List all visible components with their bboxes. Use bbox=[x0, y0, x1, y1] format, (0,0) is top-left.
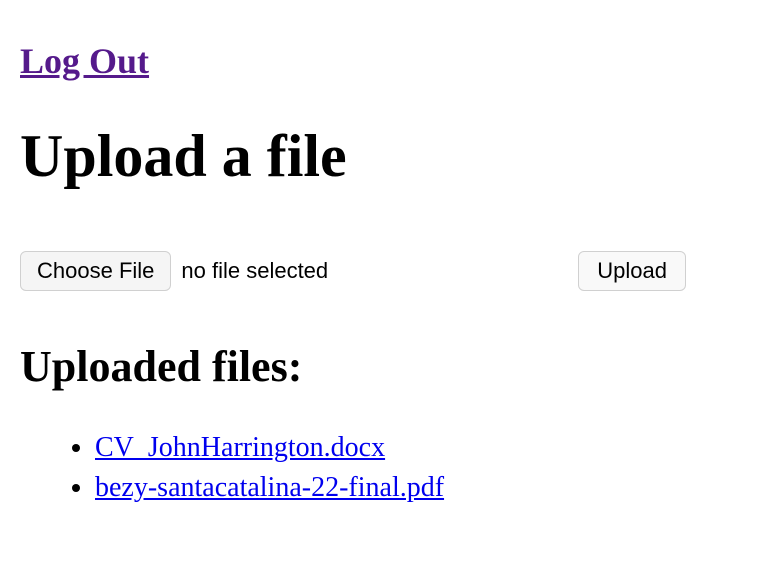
uploaded-files-list: CV_JohnHarrington.docx bezy-santacatalin… bbox=[20, 432, 746, 504]
page-title: Upload a file bbox=[20, 122, 746, 191]
upload-button[interactable]: Upload bbox=[578, 251, 686, 291]
uploaded-files-heading: Uploaded files: bbox=[20, 341, 746, 392]
logout-link[interactable]: Log Out bbox=[20, 40, 149, 82]
file-link[interactable]: CV_JohnHarrington.docx bbox=[95, 432, 385, 463]
file-input-group: Choose File no file selected bbox=[20, 251, 328, 291]
choose-file-button[interactable]: Choose File bbox=[20, 251, 171, 291]
list-item: CV_JohnHarrington.docx bbox=[95, 432, 746, 464]
file-link[interactable]: bezy-santacatalina-22-final.pdf bbox=[95, 472, 444, 503]
file-selection-status: no file selected bbox=[181, 258, 328, 284]
list-item: bezy-santacatalina-22-final.pdf bbox=[95, 472, 746, 504]
upload-form-row: Choose File no file selected Upload bbox=[20, 251, 746, 291]
